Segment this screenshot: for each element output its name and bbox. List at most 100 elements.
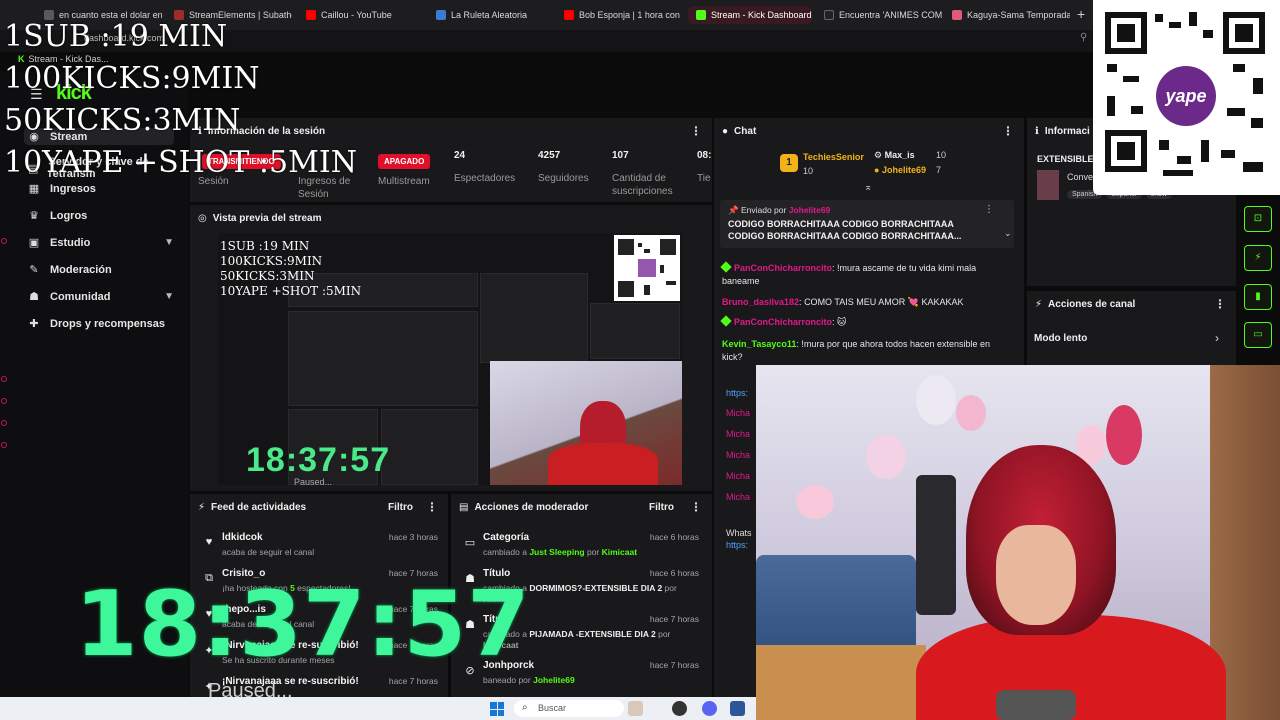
goal-line: 50KICKS:3MIN bbox=[4, 103, 241, 138]
raid-button[interactable]: ⚡ bbox=[1244, 245, 1272, 271]
bolt-icon: ⚡ bbox=[198, 502, 206, 513]
top-gifter-name[interactable]: TechiesSenior bbox=[803, 152, 864, 162]
webcam-feed bbox=[756, 365, 1280, 720]
notes-button[interactable]: ▮ bbox=[1244, 284, 1272, 310]
browser-tab-active[interactable]: Stream - Kick Dashboard bbox=[688, 6, 812, 24]
panel-title: ◎ Vista previa del stream bbox=[198, 213, 322, 224]
chat-partial-user[interactable]: Micha bbox=[726, 492, 750, 502]
browser-tab[interactable]: La Ruleta Aleatoria bbox=[436, 6, 554, 24]
browser-tab[interactable]: Bob Esponja | 1 hora con bbox=[564, 6, 682, 24]
word-icon[interactable] bbox=[730, 701, 745, 716]
wrench-icon: ✎ bbox=[29, 264, 39, 276]
panel-title: ⚡ Acciones de canal bbox=[1035, 299, 1136, 310]
mod-filter-button[interactable]: Filtro bbox=[649, 502, 674, 513]
studio-icon: ▣ bbox=[28, 237, 40, 249]
stat-time: 08: Tie bbox=[697, 150, 712, 184]
sidebar-item-moderacion[interactable]: ✎ Moderación bbox=[28, 263, 178, 277]
chat-partial-link[interactable]: https: bbox=[726, 388, 748, 398]
pinned-message[interactable]: 📌 Enviado por Johelite69 ⋮ CODIGO BORRAC… bbox=[720, 200, 1014, 248]
stream-preview-video[interactable]: 1SUB :19 MIN 100KICKS:9MIN 50KICKS:3MIN … bbox=[218, 233, 682, 485]
more-options-icon[interactable]: ⋮ bbox=[690, 500, 702, 514]
taskbar-app-icon[interactable] bbox=[628, 701, 643, 716]
chevron-down-icon: ▼ bbox=[164, 291, 174, 302]
channel-actions-panel: ⚡ Acciones de canal ⋮ Modo lento › bbox=[1027, 291, 1236, 365]
tiktok-icon bbox=[824, 10, 834, 20]
category-name: Conve bbox=[1067, 172, 1094, 182]
edge-icon bbox=[1, 442, 7, 448]
feed-row: ♥ ldkidcok acaba de seguir el canal hace… bbox=[202, 532, 438, 566]
goal-line: 1SUB :19 MIN bbox=[4, 19, 228, 54]
search-icon: ⌕ bbox=[522, 702, 528, 713]
chat-partial-link[interactable]: https: bbox=[726, 540, 748, 550]
gifter-count: 10 bbox=[936, 150, 947, 160]
more-options-icon[interactable]: ⋮ bbox=[690, 124, 702, 138]
mini-clock: 18:37:57 bbox=[246, 441, 391, 479]
sidebar-item-comunidad[interactable]: ☗ Comunidad ▼ bbox=[28, 290, 178, 304]
bed-frame bbox=[756, 645, 926, 720]
yape-qr-code: yape bbox=[1093, 0, 1280, 195]
slow-mode-button[interactable]: Modo lento bbox=[1034, 333, 1087, 344]
more-options-icon[interactable]: ⋮ bbox=[1214, 297, 1226, 311]
chat-partial-text: Whats bbox=[726, 528, 752, 538]
heart-icon: ♥ bbox=[205, 536, 213, 548]
mini-panel bbox=[590, 303, 680, 359]
gifter-name[interactable]: ● Johelite69 bbox=[874, 165, 926, 175]
chat-message: Kevin_Tasayco11: !mura por que ahora tod… bbox=[722, 339, 991, 362]
goal-line: 10YAPE +SHOT :5MIN bbox=[4, 145, 357, 180]
panel-title: ▤ Acciones de moderador bbox=[459, 502, 589, 513]
mini-overlay-text: 1SUB :19 MIN 100KICKS:9MIN 50KICKS:3MIN … bbox=[220, 239, 362, 298]
chat-partial-user[interactable]: Micha bbox=[726, 408, 750, 418]
chat-button[interactable]: ▭ bbox=[1244, 322, 1272, 348]
sidebar-item-logros[interactable]: ♛ Logros bbox=[28, 209, 178, 223]
clip-button[interactable]: ⊡ bbox=[1244, 206, 1272, 232]
stat-followers: 4257 Seguidores bbox=[538, 150, 589, 184]
chat-message: PanConChicharroncito: !mura ascame de tu… bbox=[720, 261, 977, 286]
stat-subs: 107 Cantidad de suscripciones bbox=[612, 150, 673, 197]
pin-icon[interactable]: ⚲ bbox=[1080, 32, 1087, 43]
top-gifter-count: 10 bbox=[803, 166, 814, 176]
mini-panel bbox=[480, 273, 588, 363]
taskbar-app-icon[interactable] bbox=[672, 701, 687, 716]
sidebar-item-drops[interactable]: ✚ Drops y recompensas bbox=[28, 317, 178, 331]
svg-text:yape: yape bbox=[1164, 86, 1206, 106]
chat-partial-user[interactable]: Micha bbox=[726, 429, 750, 439]
bolt-icon: ⚡ bbox=[1035, 299, 1043, 310]
video-icon: ◎ bbox=[198, 213, 207, 224]
panel-title: ● Chat bbox=[722, 126, 757, 137]
more-options-icon[interactable]: ⋮ bbox=[426, 500, 438, 514]
kick-favicon-icon bbox=[696, 10, 706, 20]
browser-tab[interactable]: Kaguya-Sama Temporada bbox=[952, 6, 1070, 24]
discord-icon[interactable] bbox=[702, 701, 717, 716]
chat-partial-user[interactable]: Micha bbox=[726, 471, 750, 481]
sidebar-item-estudio[interactable]: ▣ Estudio ▼ bbox=[28, 236, 178, 250]
feed-filter-button[interactable]: Filtro bbox=[388, 502, 413, 513]
preview-dashboard-image: 1SUB :19 MIN 100KICKS:9MIN 50KICKS:3MIN … bbox=[218, 233, 682, 485]
chat-partial-user[interactable]: Micha bbox=[726, 450, 750, 460]
new-tab-button[interactable]: + bbox=[1077, 6, 1085, 22]
badge-icon bbox=[720, 315, 732, 327]
mini-panel bbox=[381, 409, 478, 485]
unpin-icon[interactable]: ⋮ bbox=[984, 204, 994, 215]
category-icon: ▭ bbox=[464, 537, 476, 549]
gift-icon: ✚ bbox=[29, 318, 39, 330]
stat-multistream: Multistream bbox=[378, 176, 430, 187]
edge-icon bbox=[1, 420, 7, 426]
panel-title: ⚡ Feed de actividades bbox=[198, 502, 307, 513]
windows-start-icon[interactable] bbox=[490, 702, 504, 716]
edge-icon bbox=[1, 376, 7, 382]
goal-overlay: 1SUB :19 MIN 100KICKS:9MIN 50KICKS:3MIN … bbox=[4, 16, 357, 184]
tab-favicon-icon bbox=[952, 10, 962, 20]
gifter-rank-badge: 1 bbox=[780, 154, 798, 172]
taskbar-search[interactable]: ⌕ Buscar bbox=[514, 700, 624, 717]
countdown-clock: 18:37:57 bbox=[75, 572, 531, 677]
browser-tab[interactable]: Encuentra 'ANIMES COM bbox=[824, 6, 942, 24]
chair bbox=[916, 475, 956, 615]
qr-code-icon: yape bbox=[1105, 12, 1265, 176]
badge-icon bbox=[720, 261, 732, 273]
chevron-down-icon[interactable]: ⌄ bbox=[1004, 228, 1012, 239]
collapse-icon[interactable]: ⌅ bbox=[864, 182, 872, 193]
info-icon: ℹ bbox=[1035, 126, 1039, 137]
list-icon: ▤ bbox=[459, 502, 469, 513]
more-options-icon[interactable]: ⋮ bbox=[1002, 124, 1014, 138]
gifter-name[interactable]: ⚙ Max_is bbox=[874, 150, 915, 161]
